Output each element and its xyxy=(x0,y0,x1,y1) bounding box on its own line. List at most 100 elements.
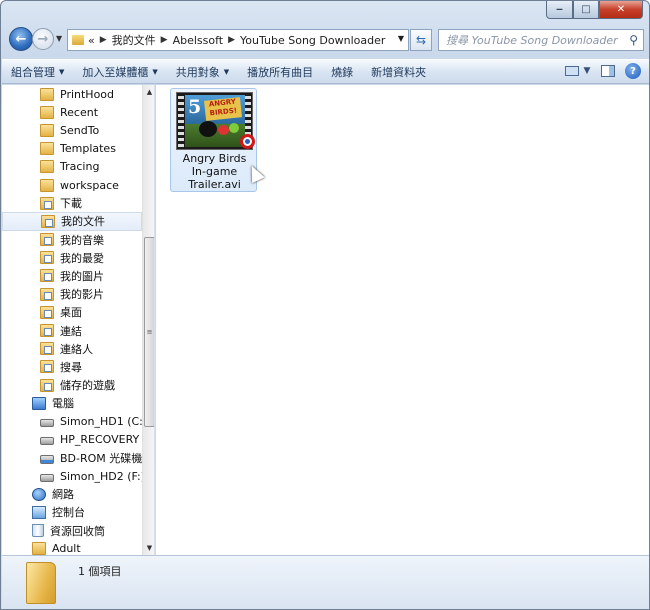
navigation-tree: PrintHood Recent SendTo Templates Tracing wor… xyxy=(2,85,142,555)
nav-item-label: workspace xyxy=(60,178,119,192)
nav-item-label: 我的最愛 xyxy=(60,251,104,265)
nav-item[interactable]: BD-ROM 光碟機 (E xyxy=(2,449,142,467)
nav-item[interactable]: Recent xyxy=(2,103,142,121)
nav-item-label: Simon_HD1 (C:) xyxy=(60,414,142,428)
nav-item[interactable]: 儲存的遊戲 xyxy=(2,376,142,394)
scroll-up-icon[interactable]: ▲ xyxy=(143,85,154,99)
close-button[interactable]: ✕ xyxy=(599,1,643,19)
nav-item[interactable]: 連結 xyxy=(2,321,142,339)
nav-item[interactable]: 我的文件 xyxy=(2,212,142,231)
hard-drive-icon xyxy=(40,473,54,482)
nav-item[interactable]: 網路 xyxy=(2,485,142,503)
nav-item[interactable]: Simon_HD2 (F:) xyxy=(2,467,142,485)
nav-item[interactable]: 電腦 xyxy=(2,394,142,412)
large-folder-icon xyxy=(26,562,56,604)
folder-icon xyxy=(72,35,84,45)
folder-icon xyxy=(40,123,54,137)
links-folder-icon xyxy=(40,324,54,338)
nav-item-label: 儲存的遊戲 xyxy=(60,379,115,393)
back-button[interactable]: ← xyxy=(9,27,33,51)
nav-item-label: 連絡人 xyxy=(60,342,93,356)
control-panel-icon xyxy=(32,505,46,519)
minimize-button[interactable]: ‒ xyxy=(546,1,573,19)
maximize-button[interactable]: □ xyxy=(573,1,599,19)
search-placeholder: 搜尋 YouTube Song Downloader xyxy=(446,34,618,47)
favorites-folder-icon xyxy=(40,251,54,265)
back-arrow-icon: ← xyxy=(15,31,27,47)
address-separator-icon[interactable]: ▶ xyxy=(161,35,168,45)
nav-item[interactable]: Simon_HD1 (C:) xyxy=(2,412,142,430)
new-folder-button[interactable]: 新增資料夾 xyxy=(362,64,435,80)
pictures-folder-icon xyxy=(40,269,54,283)
nav-item[interactable]: 桌面 xyxy=(2,303,142,321)
nav-item[interactable]: 我的影片 xyxy=(2,285,142,303)
nav-item-label: 我的圖片 xyxy=(60,269,104,283)
play-all-label: 播放所有曲目 xyxy=(247,65,314,79)
address-separator-icon[interactable]: ▶ xyxy=(228,35,235,45)
nav-item[interactable]: HP_RECOVERY (D: xyxy=(2,431,142,449)
nav-item-label: 我的影片 xyxy=(60,288,104,302)
nav-item[interactable]: 下載 xyxy=(2,194,142,212)
forward-button[interactable]: → xyxy=(32,28,54,50)
change-view-button[interactable] xyxy=(563,63,581,79)
network-icon xyxy=(32,487,46,501)
nav-scrollbar[interactable]: ▲ ≡ ▼ xyxy=(142,85,154,555)
nav-item[interactable]: Tracing xyxy=(2,158,142,176)
search-icon[interactable]: ⚲ xyxy=(629,33,638,47)
nav-item-label: Recent xyxy=(60,105,99,119)
view-options-dropdown[interactable]: ▼ xyxy=(583,63,591,79)
nav-item-label: 連結 xyxy=(60,324,82,338)
documents-folder-icon xyxy=(41,214,55,228)
address-dropdown-icon[interactable]: ▼ xyxy=(398,34,404,43)
contacts-folder-icon xyxy=(40,342,54,356)
scroll-down-icon[interactable]: ▼ xyxy=(143,541,154,555)
address-overflow-chevron[interactable]: « xyxy=(88,34,95,47)
breadcrumb-segment[interactable]: 我的文件 xyxy=(112,32,156,48)
burn-button[interactable]: 燒錄 xyxy=(322,64,362,80)
optical-drive-icon xyxy=(40,454,54,464)
nav-item[interactable]: 我的圖片 xyxy=(2,267,142,285)
nav-item[interactable]: SendTo xyxy=(2,121,142,139)
file-list-pane[interactable]: 5 ANGRY BIRDS! Angry Birds In-game Trail… xyxy=(156,85,649,555)
help-icon[interactable]: ? xyxy=(625,63,641,79)
black-bird-icon xyxy=(199,121,217,137)
address-separator-icon[interactable]: ▶ xyxy=(100,35,107,45)
preview-pane-icon xyxy=(601,65,615,77)
nav-item[interactable]: 搜尋 xyxy=(2,358,142,376)
folder-icon xyxy=(40,160,54,174)
downloads-folder-icon xyxy=(40,196,54,210)
search-input[interactable]: 搜尋 YouTube Song Downloader ⚲ xyxy=(438,29,644,51)
preview-pane-button[interactable] xyxy=(599,63,617,79)
recent-pages-dropdown[interactable]: ▼ xyxy=(56,34,62,43)
nav-item-label: 網路 xyxy=(52,488,74,502)
nav-item-label: BD-ROM 光碟機 (E xyxy=(60,451,142,465)
nav-item[interactable]: 資源回收筒 xyxy=(2,522,142,540)
share-with-button[interactable]: 共用對象 ▼ xyxy=(167,64,238,80)
nav-item[interactable]: Adult xyxy=(2,540,142,555)
file-item-video[interactable]: 5 ANGRY BIRDS! Angry Birds In-game Trail… xyxy=(170,88,257,192)
chevron-down-icon: ▼ xyxy=(152,67,158,76)
address-bar[interactable]: « ▶ 我的文件 ▶ Abelssoft ▶ YouTube Song Down… xyxy=(67,29,409,51)
nav-item[interactable]: 我的最愛 xyxy=(2,249,142,267)
organize-button[interactable]: 組合管理 ▼ xyxy=(2,64,73,80)
nav-item[interactable]: 控制台 xyxy=(2,503,142,521)
scrollbar-thumb[interactable]: ≡ xyxy=(144,237,154,427)
play-all-button[interactable]: 播放所有曲目 xyxy=(238,64,322,80)
forward-arrow-icon: → xyxy=(37,31,49,47)
refresh-button[interactable]: ⇆ xyxy=(410,29,432,51)
nav-item-label: 電腦 xyxy=(52,397,74,411)
nav-item-label: Adult xyxy=(52,542,81,555)
nav-item[interactable]: 我的音樂 xyxy=(2,231,142,249)
breadcrumb-segment[interactable]: Abelssoft xyxy=(173,34,224,47)
nav-item-label: SendTo xyxy=(60,123,100,137)
breadcrumb-segment[interactable]: YouTube Song Downloader xyxy=(240,34,385,47)
nav-item[interactable]: workspace xyxy=(2,176,142,194)
view-tools: ▼ ? xyxy=(555,63,641,79)
nav-item[interactable]: Templates xyxy=(2,140,142,158)
nav-item[interactable]: PrintHood xyxy=(2,85,142,103)
include-in-library-label: 加入至媒體櫃 xyxy=(82,65,149,79)
pig-icon xyxy=(229,123,239,133)
include-in-library-button[interactable]: 加入至媒體櫃 ▼ xyxy=(73,64,166,80)
nav-item[interactable]: 連絡人 xyxy=(2,340,142,358)
hard-drive-icon xyxy=(40,437,54,446)
